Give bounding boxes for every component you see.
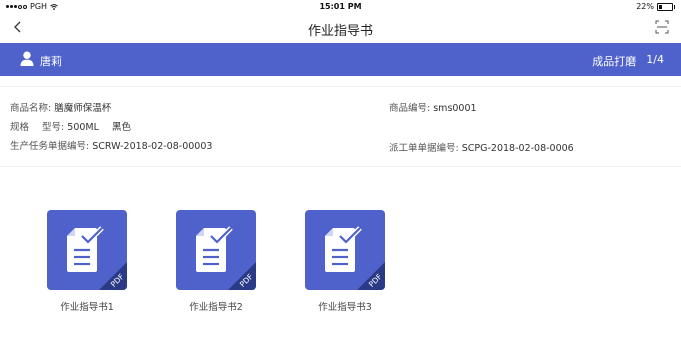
status-time: 15:01 PM <box>319 2 362 11</box>
battery-percent: 22% <box>636 2 654 11</box>
process-name: 成品打磨 <box>592 55 637 68</box>
dispatch-no-row: 派工单单据编号: SCPG-2018-02-08-0006 <box>389 140 574 154</box>
divider <box>0 86 681 87</box>
page-title: 作业指导书 <box>307 24 373 39</box>
task-no-label: 生产任务单据编号: <box>10 141 90 152</box>
status-bar: PGH 15:01 PM 22% <box>0 0 681 12</box>
task-no-row: 生产任务单据编号: SCRW-2018-02-08-00003 <box>10 138 212 152</box>
process-indicator: 成品打磨 1/4 <box>592 53 664 69</box>
document-tile[interactable]: PDF <box>47 210 127 290</box>
user-icon <box>20 51 34 66</box>
product-name: 膳魔师保温杯 <box>54 103 112 114</box>
product-name-row: 商品名称: 膳魔师保温杯 <box>10 100 111 114</box>
dispatch-no: SCPG-2018-02-08-0006 <box>461 143 574 154</box>
status-right: 22% <box>636 2 675 11</box>
divider <box>0 166 681 167</box>
document-card-3[interactable]: PDF 作业指导书3 <box>305 210 385 313</box>
product-code: sms0001 <box>433 103 477 114</box>
document-tile[interactable]: PDF <box>176 210 256 290</box>
model-label: 型号: <box>42 122 65 133</box>
product-code-label: 商品编号: <box>389 103 431 114</box>
product-name-label: 商品名称: <box>10 103 52 114</box>
navigation-bar: 作业指导书 <box>0 12 681 43</box>
document-card-1[interactable]: PDF 作业指导书1 <box>47 210 127 313</box>
document-card-2[interactable]: PDF 作业指导书2 <box>176 210 256 313</box>
scan-icon[interactable] <box>655 20 669 34</box>
task-no: SCRW-2018-02-08-00003 <box>92 141 213 152</box>
battery-icon <box>657 2 675 11</box>
document-tile[interactable]: PDF <box>305 210 385 290</box>
color-value: 黑色 <box>111 122 131 133</box>
document-label[interactable]: 作业指导书1 <box>27 299 147 313</box>
spec-label: 规格 <box>10 122 30 133</box>
spec-row: 规格 型号: 500ML 黑色 <box>10 119 131 133</box>
document-label[interactable]: 作业指导书3 <box>285 299 405 313</box>
model-value: 500ML <box>67 122 99 133</box>
product-code-row: 商品编号: sms0001 <box>389 100 477 114</box>
user-bar: 唐莉 成品打磨 1/4 <box>0 43 681 76</box>
document-label[interactable]: 作业指导书2 <box>156 299 276 313</box>
user-name: 唐莉 <box>40 55 62 68</box>
dispatch-no-label: 派工单单据编号: <box>389 143 459 154</box>
battery-level <box>659 4 662 9</box>
page-counter: 1/4 <box>646 53 664 66</box>
